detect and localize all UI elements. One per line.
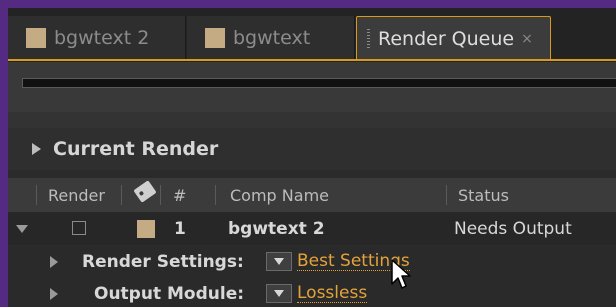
current-render-section[interactable]: Current Render: [8, 128, 616, 170]
render-progress-area: [8, 62, 616, 112]
column-separator[interactable]: [446, 185, 447, 205]
render-queue-panel: bgwtext 2 bgwtext Render Queue × Current…: [8, 8, 616, 307]
column-separator[interactable]: [215, 185, 216, 205]
column-separator[interactable]: [36, 185, 37, 205]
tab-bgwtext-2[interactable]: bgwtext 2: [8, 16, 186, 60]
disclosure-triangle-icon[interactable]: [32, 143, 41, 155]
tab-bar: bgwtext 2 bgwtext Render Queue ×: [8, 8, 616, 62]
tag-icon[interactable]: [133, 180, 157, 203]
comp-name: bgwtext 2: [228, 219, 325, 239]
render-settings-dropdown[interactable]: [266, 252, 292, 271]
column-number[interactable]: #: [173, 186, 186, 205]
disclosure-triangle-icon[interactable]: [50, 288, 58, 300]
panel-grip-icon[interactable]: [367, 28, 370, 49]
close-icon[interactable]: ×: [521, 31, 533, 47]
tab-label: bgwtext: [233, 27, 311, 49]
column-separator[interactable]: [160, 185, 161, 205]
queue-item-row[interactable]: 1 bgwtext 2 Needs Output: [8, 212, 616, 245]
expand-triangle-icon[interactable]: [16, 225, 28, 233]
divider: [8, 112, 616, 128]
column-render[interactable]: Render: [48, 186, 105, 205]
queue-column-header: Render # Comp Name Status: [8, 178, 616, 212]
item-number: 1: [174, 219, 186, 239]
output-module-label: Output Module:: [94, 284, 245, 304]
tab-bgwtext[interactable]: bgwtext: [187, 16, 355, 60]
tab-label: bgwtext 2: [54, 27, 150, 49]
active-tab-underline: [8, 59, 616, 61]
render-progress-bar: [22, 78, 616, 88]
output-module-row: Output Module: Lossless: [8, 278, 616, 307]
render-settings-row: Render Settings: Best Settings: [8, 246, 616, 277]
status-text: Needs Output: [454, 219, 572, 239]
tab-label: Render Queue: [378, 27, 515, 50]
disclosure-triangle-icon[interactable]: [50, 256, 58, 268]
output-module-dropdown[interactable]: [266, 284, 292, 303]
column-comp-name[interactable]: Comp Name: [230, 186, 329, 205]
current-render-label: Current Render: [53, 138, 219, 160]
column-status[interactable]: Status: [458, 186, 509, 205]
render-settings-label: Render Settings:: [82, 252, 244, 272]
comp-swatch-icon: [205, 28, 225, 48]
tab-render-queue[interactable]: Render Queue ×: [356, 16, 551, 60]
output-module-link[interactable]: Lossless: [297, 284, 368, 303]
label-color-swatch[interactable]: [137, 220, 155, 238]
render-checkbox[interactable]: [72, 221, 86, 235]
column-separator[interactable]: [121, 185, 122, 205]
mouse-pointer-icon: [391, 259, 411, 289]
comp-swatch-icon: [26, 28, 46, 48]
